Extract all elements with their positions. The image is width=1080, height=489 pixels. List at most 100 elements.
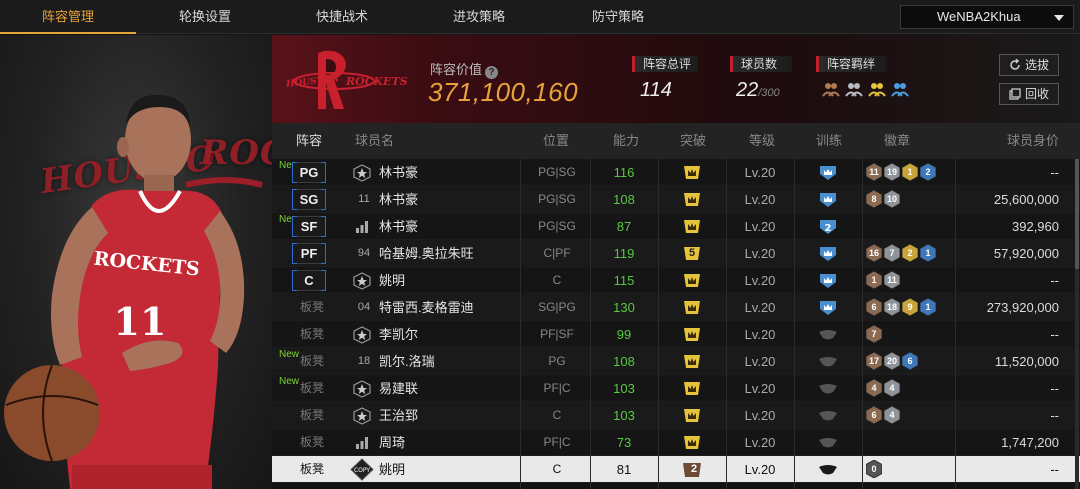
lineup-slot-bench[interactable]: 板凳 xyxy=(297,429,327,456)
select-button[interactable]: 选拔 xyxy=(999,54,1059,76)
badge-count: 16 xyxy=(868,248,879,258)
table-row[interactable]: New 板凳 18 凯尔.洛瑞 PG 108 Lv.20 17 20 6 11,520,000 xyxy=(272,348,1080,375)
table-row[interactable]: C 姚明 C 115 Lv.20 1 11 -- xyxy=(272,267,1080,294)
col-player-value[interactable]: 球员身价 xyxy=(1007,123,1059,159)
player-star-icon xyxy=(353,164,371,182)
player-name[interactable]: 特雷西.麦格雷迪 xyxy=(379,294,474,321)
badge-hex[interactable]: 4 xyxy=(865,378,883,398)
lineup-slot-bench[interactable]: 板凳 xyxy=(297,456,327,483)
badge-hex[interactable]: 6 xyxy=(865,297,883,317)
badge-hex[interactable]: 4 xyxy=(883,405,901,425)
table-row[interactable]: 板凳 李凯尔 PF|SF 99 Lv.20 7 -- xyxy=(272,321,1080,348)
lineup-slot[interactable]: SF xyxy=(292,216,326,237)
badge-hex[interactable]: 1 xyxy=(919,243,937,263)
badge-hex[interactable]: 9 xyxy=(901,297,919,317)
badge-hex[interactable]: 17 xyxy=(865,351,883,371)
col-training[interactable]: 训练 xyxy=(816,123,842,159)
player-positions: SG|PG xyxy=(538,300,576,314)
badge-hex[interactable]: 6 xyxy=(865,405,883,425)
recycle-button[interactable]: 回收 xyxy=(999,83,1059,105)
col-badges[interactable]: 徽章 xyxy=(884,123,910,159)
badge-hex[interactable]: 18 xyxy=(883,297,901,317)
lineup-slot[interactable]: SG xyxy=(292,189,326,210)
table-row[interactable]: PF 94 哈基姆.奥拉朱旺 C|PF 119 5 Lv.20 16 7 2 1 57,920,000 xyxy=(272,240,1080,267)
table-row[interactable]: 板凳 04 特雷西.麦格雷迪 SG|PG 130 Lv.20 6 18 9 1 273,920,00… xyxy=(272,294,1080,321)
player-name[interactable]: 姚明 xyxy=(379,456,405,483)
scrollbar-thumb[interactable] xyxy=(1075,159,1079,269)
player-count-value: 22 xyxy=(736,79,759,101)
player-name[interactable]: 周琦 xyxy=(379,429,405,456)
training-icon[interactable] xyxy=(818,407,838,424)
player-value: 25,600,000 xyxy=(993,192,1059,207)
badge-hex[interactable]: 1 xyxy=(901,162,919,182)
col-level[interactable]: 等级 xyxy=(749,123,775,159)
player-name[interactable]: 哈基姆.奥拉朱旺 xyxy=(379,240,474,267)
tab-rotation-settings[interactable]: 轮换设置 xyxy=(137,0,273,34)
player-name[interactable]: 易建联 xyxy=(379,375,418,402)
col-player-name[interactable]: 球员名 xyxy=(355,123,394,159)
tab-quick-tactics[interactable]: 快捷战术 xyxy=(274,0,410,34)
col-ability[interactable]: 能力 xyxy=(613,123,639,159)
badge-hex[interactable]: 11 xyxy=(865,162,883,182)
badge-hex[interactable]: 2 xyxy=(919,162,937,182)
lineup-slot[interactable]: PG xyxy=(292,162,326,183)
lineup-slot[interactable]: C xyxy=(292,270,326,291)
top-nav: 阵容管理 轮换设置 快捷战术 进攻策略 防守策略 WeNBA2Khua xyxy=(0,0,1080,34)
tab-offense-strategy[interactable]: 进攻策略 xyxy=(411,0,547,34)
badge-hex[interactable]: 11 xyxy=(883,270,901,290)
player-count-max: /300 xyxy=(758,87,780,99)
table-row[interactable]: New 板凳 易建联 PF|C 103 Lv.20 4 4 -- xyxy=(272,375,1080,402)
training-icon[interactable] xyxy=(818,326,838,343)
player-name[interactable]: 凯尔.洛瑞 xyxy=(379,348,435,375)
lineup-slot-bench[interactable]: 板凳 xyxy=(297,402,327,429)
badge-hex[interactable]: 1 xyxy=(865,270,883,290)
badge-hex[interactable]: 4 xyxy=(883,378,901,398)
table-row[interactable]: New PG 林书豪 PG|SG 116 Lv.20 11 19 1 2 -- xyxy=(272,159,1080,186)
table-row[interactable]: New SF 林书豪 PG|SG 87 Lv.20 2 392,960 xyxy=(272,213,1080,240)
badge-hex[interactable]: 16 xyxy=(865,243,883,263)
tab-lineup-management[interactable]: 阵容管理 xyxy=(0,0,136,34)
account-dropdown[interactable]: WeNBA2Khua xyxy=(900,5,1074,29)
player-name[interactable]: 王治郅 xyxy=(379,402,418,429)
training-icon[interactable] xyxy=(818,272,838,289)
badge-hex[interactable]: 0 xyxy=(865,459,883,479)
badge-count: 2 xyxy=(907,248,913,258)
badge-hex[interactable]: 8 xyxy=(865,189,883,209)
col-lineup[interactable]: 阵容 xyxy=(296,123,322,159)
badge-hex[interactable]: 7 xyxy=(865,324,883,344)
lineup-slot-bench[interactable]: 板凳 xyxy=(297,294,327,321)
badge-hex[interactable]: 1 xyxy=(919,297,937,317)
training-icon[interactable] xyxy=(818,434,838,451)
training-icon[interactable] xyxy=(818,380,838,397)
lineup-slot[interactable]: PF xyxy=(292,243,326,264)
table-row[interactable]: 板凳 周琦 PF|C 73 Lv.20 1,747,200 xyxy=(272,429,1080,456)
player-name[interactable]: 林书豪 xyxy=(379,159,418,186)
badge-hex[interactable]: 6 xyxy=(901,351,919,371)
table-row[interactable]: 板凳 COPY 姚明 C 81 2 Lv.20 0 -- xyxy=(272,456,1080,483)
badge-hex[interactable]: 10 xyxy=(883,189,901,209)
player-name[interactable]: 姚明 xyxy=(379,267,405,294)
badge-hex[interactable]: 7 xyxy=(883,243,901,263)
player-name[interactable]: 林书豪 xyxy=(379,213,418,240)
training-icon[interactable] xyxy=(818,461,838,478)
badge-hex[interactable]: 20 xyxy=(883,351,901,371)
training-icon[interactable] xyxy=(818,164,838,181)
lineup-slot-bench[interactable]: 板凳 xyxy=(297,321,327,348)
table-row[interactable]: SG 11 林书豪 PG|SG 108 Lv.20 8 10 25,600,000 xyxy=(272,186,1080,213)
training-icon[interactable] xyxy=(818,299,838,316)
table-scrollbar[interactable] xyxy=(1075,159,1079,489)
col-position[interactable]: 位置 xyxy=(543,123,569,159)
player-name[interactable]: 林书豪 xyxy=(379,186,418,213)
training-icon[interactable] xyxy=(818,353,838,370)
training-icon[interactable] xyxy=(818,245,838,262)
table-row[interactable]: 板凳 王治郅 C 103 Lv.20 6 4 -- xyxy=(272,402,1080,429)
tab-defense-strategy[interactable]: 防守策略 xyxy=(550,0,686,34)
badge-hex[interactable]: 19 xyxy=(883,162,901,182)
col-breakthrough[interactable]: 突破 xyxy=(680,123,706,159)
lineup-slot-bench[interactable]: 板凳 xyxy=(297,375,327,402)
badge-hex[interactable]: 2 xyxy=(901,243,919,263)
training-icon[interactable]: 2 xyxy=(818,218,838,235)
player-name[interactable]: 李凯尔 xyxy=(379,321,418,348)
lineup-slot-bench[interactable]: 板凳 xyxy=(297,348,327,375)
training-icon[interactable] xyxy=(818,191,838,208)
